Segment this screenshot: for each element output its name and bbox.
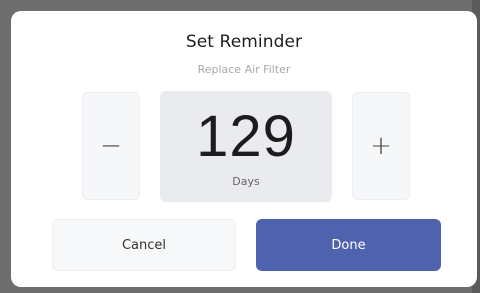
increment-button[interactable]: + [352,92,410,200]
decrement-button[interactable]: − [82,92,140,200]
done-button[interactable]: Done [256,219,441,271]
dialog-title: Set Reminder [185,32,303,52]
cancel-button[interactable]: Cancel [52,219,236,271]
dialog-subtitle: Replace Air Filter [197,63,291,76]
days-unit-label: Days [232,175,260,188]
value-display: 129 Days [160,91,332,202]
reminder-dialog: Set Reminder Replace Air Filter − 129 Da… [11,11,477,287]
days-value: 129 [196,104,296,169]
